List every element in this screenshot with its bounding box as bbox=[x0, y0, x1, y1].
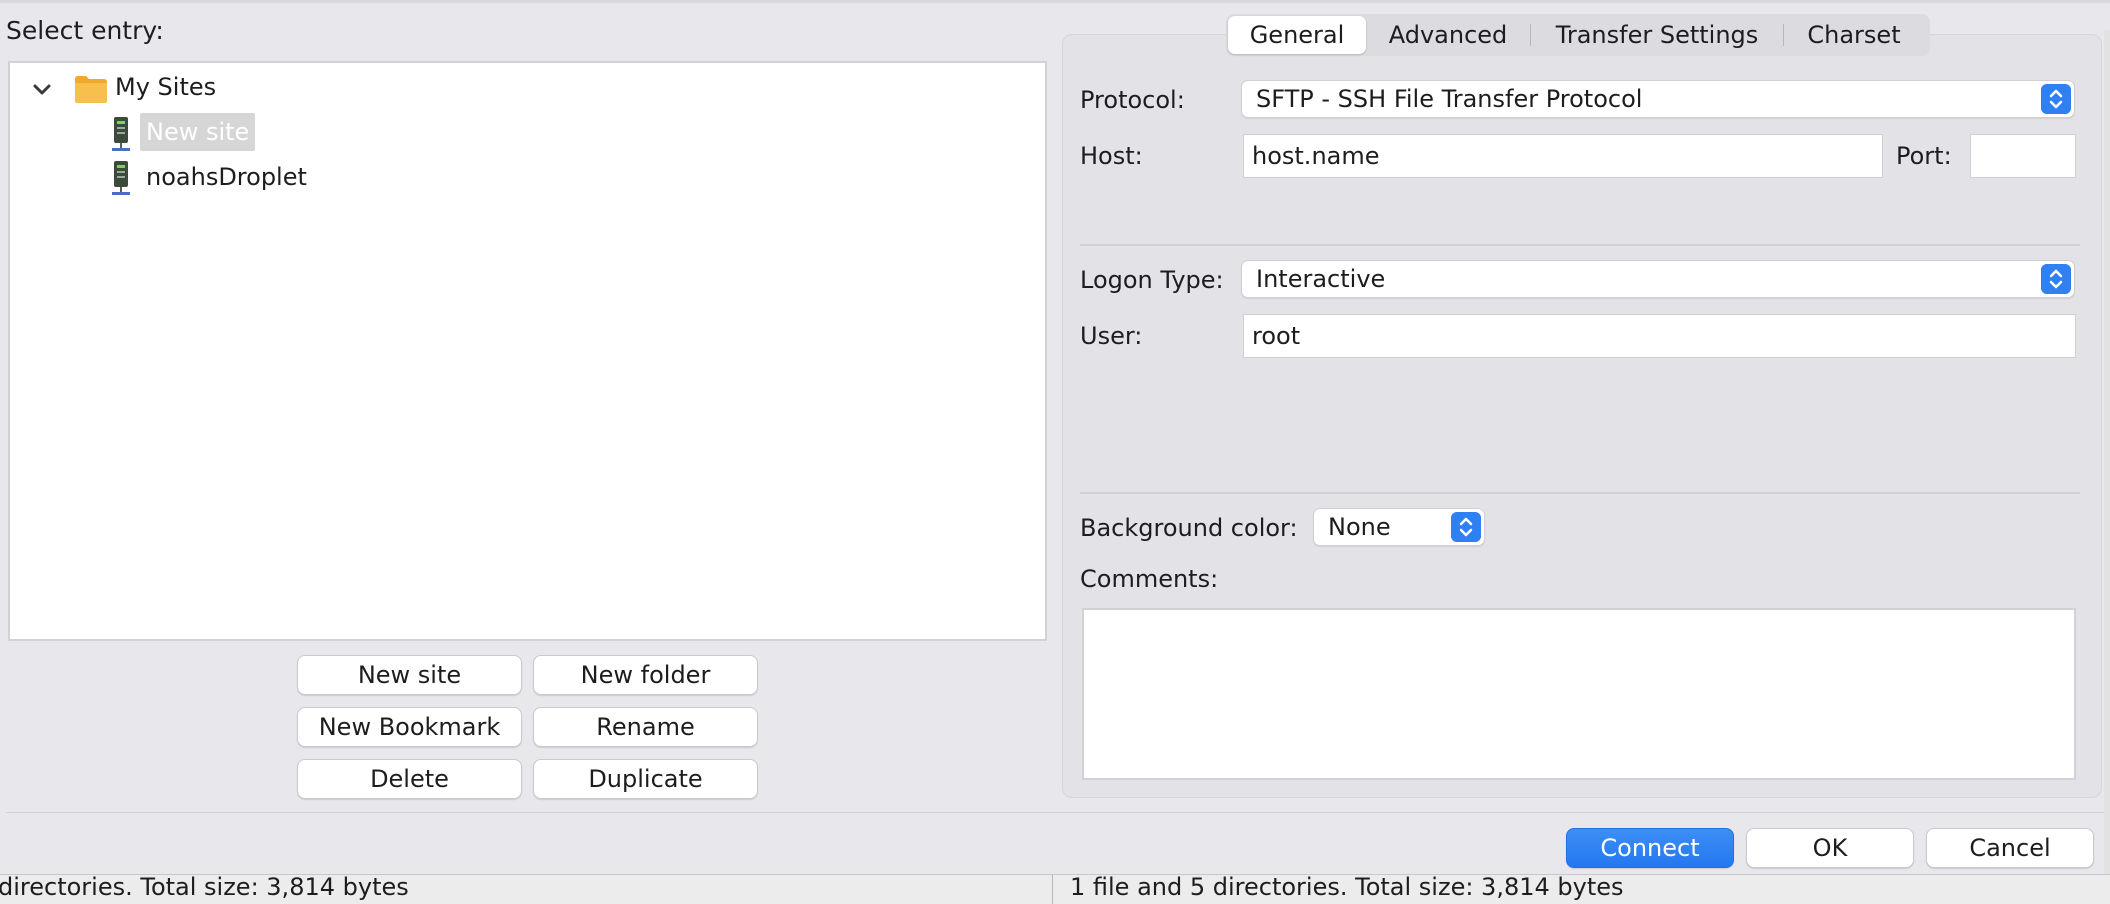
window-right-edge bbox=[2104, 30, 2110, 874]
section-divider bbox=[1080, 244, 2080, 246]
protocol-value: SFTP - SSH File Transfer Protocol bbox=[1256, 85, 1643, 113]
host-label: Host: bbox=[1080, 142, 1143, 170]
duplicate-button[interactable]: Duplicate bbox=[533, 759, 758, 799]
select-entry-label: Select entry: bbox=[6, 16, 164, 45]
tab-advanced[interactable]: Advanced bbox=[1366, 16, 1530, 54]
protocol-label: Protocol: bbox=[1080, 86, 1185, 114]
status-right-text: 1 file and 5 directories. Total size: 3,… bbox=[1070, 874, 1624, 901]
site-manager-dialog: Select entry: My Sites New site noahsDro… bbox=[0, 0, 2110, 904]
logon-type-select[interactable]: Interactive bbox=[1241, 260, 2075, 298]
comments-label: Comments: bbox=[1080, 565, 1219, 593]
chevron-down-icon[interactable] bbox=[22, 76, 62, 104]
footer-divider bbox=[6, 812, 2104, 813]
logon-type-label: Logon Type: bbox=[1080, 266, 1224, 294]
user-input[interactable]: root bbox=[1243, 314, 2076, 358]
status-bar: directories. Total size: 3,814 bytes 1 f… bbox=[0, 874, 2110, 904]
server-icon bbox=[112, 117, 130, 151]
tree-item-new-site[interactable]: New site bbox=[140, 113, 256, 151]
settings-tabs: General Advanced Transfer Settings Chars… bbox=[1226, 14, 1930, 56]
connect-button[interactable]: Connect bbox=[1566, 828, 1734, 868]
logon-type-value: Interactive bbox=[1256, 265, 1386, 293]
port-input[interactable] bbox=[1970, 134, 2076, 178]
host-input[interactable]: host.name bbox=[1243, 134, 1883, 178]
cancel-button[interactable]: Cancel bbox=[1926, 828, 2094, 868]
protocol-select[interactable]: SFTP - SSH File Transfer Protocol bbox=[1241, 80, 2075, 118]
tree-root-my-sites[interactable]: My Sites bbox=[115, 73, 216, 101]
tab-charset[interactable]: Charset bbox=[1784, 16, 1924, 54]
new-bookmark-button[interactable]: New Bookmark bbox=[297, 707, 522, 747]
updown-arrows-icon bbox=[2041, 84, 2071, 114]
rename-button[interactable]: Rename bbox=[533, 707, 758, 747]
tab-general[interactable]: General bbox=[1228, 16, 1366, 54]
tree-item-noahsdroplet[interactable]: noahsDroplet bbox=[140, 158, 313, 196]
user-label: User: bbox=[1080, 322, 1143, 350]
comments-textarea[interactable] bbox=[1082, 608, 2076, 780]
new-site-button[interactable]: New site bbox=[297, 655, 522, 695]
ok-button[interactable]: OK bbox=[1746, 828, 1914, 868]
tab-transfer-settings[interactable]: Transfer Settings bbox=[1531, 16, 1783, 54]
delete-button[interactable]: Delete bbox=[297, 759, 522, 799]
updown-arrows-icon bbox=[2041, 264, 2071, 294]
port-label: Port: bbox=[1896, 142, 1952, 170]
background-color-label: Background color: bbox=[1080, 514, 1298, 542]
new-folder-button[interactable]: New folder bbox=[533, 655, 758, 695]
background-color-select[interactable]: None bbox=[1313, 508, 1485, 546]
server-icon bbox=[112, 161, 130, 195]
status-divider bbox=[1052, 875, 1053, 904]
updown-arrows-icon bbox=[1451, 512, 1481, 542]
status-left-text: directories. Total size: 3,814 bytes bbox=[0, 874, 409, 901]
folder-icon bbox=[75, 76, 107, 103]
background-color-value: None bbox=[1328, 513, 1391, 541]
section-divider bbox=[1080, 492, 2080, 494]
window-top-edge bbox=[0, 0, 2110, 3]
